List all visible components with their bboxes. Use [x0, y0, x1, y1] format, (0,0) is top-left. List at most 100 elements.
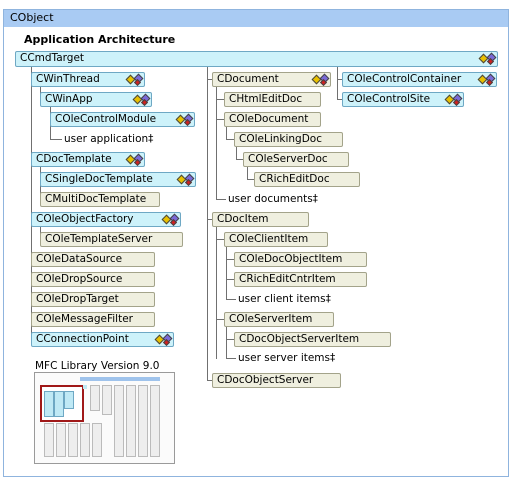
class-ccmdtarget[interactable]: CCmdTarget	[15, 51, 498, 67]
user-server-items-label: user server items‡	[238, 352, 336, 364]
class-label: CRichEditCntrItem	[239, 273, 336, 285]
class-label: COleDropSource	[36, 273, 123, 285]
library-overview-thumbnail[interactable]	[34, 372, 175, 464]
class-coleserveritem[interactable]: COleServerItem	[224, 312, 334, 327]
class-cmultidoctemplate[interactable]: CMultiDocTemplate	[40, 192, 160, 207]
user-client-items-label: user client items‡	[238, 293, 331, 305]
class-label: CDocItem	[217, 213, 269, 225]
serializable-dynamic-icon	[132, 93, 151, 107]
class-label: COleDropTarget	[36, 293, 119, 305]
class-cwinapp[interactable]: CWinApp	[40, 92, 152, 107]
class-colemessagefilter[interactable]: COleMessageFilter	[31, 312, 155, 327]
cobject-label: CObject	[10, 11, 54, 24]
connector	[216, 319, 224, 320]
class-cricheditcntritem[interactable]: CRichEditCntrItem	[234, 272, 367, 287]
class-label: COleServerItem	[229, 313, 313, 325]
serializable-dynamic-icon	[154, 333, 173, 347]
class-label: CConnectionPoint	[36, 333, 129, 345]
class-label: COleTemplateServer	[45, 233, 153, 245]
connector	[337, 65, 338, 100]
class-colecontrolcontainer[interactable]: COleControlContainer	[342, 72, 497, 87]
class-label: CDocTemplate	[36, 153, 112, 165]
connector	[216, 99, 224, 100]
class-label: CDocObjectServerItem	[239, 333, 360, 345]
class-coleserverdoc[interactable]: COleServerDoc	[243, 152, 349, 167]
class-cdocument[interactable]: CDocument	[212, 72, 331, 87]
connector	[236, 159, 243, 160]
connector	[226, 358, 236, 359]
class-label: CWinApp	[45, 93, 93, 105]
class-chtmleditdoc[interactable]: CHtmlEditDoc	[224, 92, 321, 107]
class-cwinthread[interactable]: CWinThread	[31, 72, 145, 87]
class-cconnectionpoint[interactable]: CConnectionPoint	[31, 332, 174, 347]
class-label: COleServerDoc	[248, 153, 328, 165]
class-label: COleObjectFactory	[36, 213, 134, 225]
class-label: COleControlModule	[55, 113, 157, 125]
user-application-label: user application‡	[64, 133, 154, 145]
class-label: CDocObjectServer	[217, 374, 314, 386]
connector	[50, 139, 62, 140]
class-label: COleDocument	[229, 113, 309, 125]
connector	[226, 246, 227, 300]
connector	[216, 199, 226, 200]
class-coledroptarget[interactable]: COleDropTarget	[31, 292, 155, 307]
serializable-dynamic-icon	[477, 73, 496, 87]
class-coleobjectfactory[interactable]: COleObjectFactory	[31, 212, 181, 227]
class-label: COleMessageFilter	[36, 313, 133, 325]
serializable-dynamic-icon	[125, 153, 144, 167]
class-label: CRichEditDoc	[259, 173, 330, 185]
section-title: Application Architecture	[24, 33, 176, 46]
connector	[236, 146, 237, 160]
connector	[216, 86, 217, 199]
class-coledatasource[interactable]: COleDataSource	[31, 252, 155, 267]
class-label: CWinThread	[36, 73, 100, 85]
connector	[226, 259, 234, 260]
serializable-dynamic-icon	[444, 93, 463, 107]
serializable-dynamic-icon	[125, 73, 144, 87]
serializable-dynamic-icon	[176, 173, 195, 187]
user-documents-label: user documents‡	[228, 193, 318, 205]
class-cricheditdoc[interactable]: CRichEditDoc	[254, 172, 360, 187]
class-coletemplateserver[interactable]: COleTemplateServer	[40, 232, 183, 247]
class-label: COleLinkingDoc	[239, 133, 322, 145]
connector	[216, 239, 224, 240]
serializable-dynamic-icon	[311, 73, 330, 87]
connector	[226, 126, 227, 140]
class-cdocitem[interactable]: CDocItem	[212, 212, 309, 227]
connector	[247, 179, 254, 180]
connector	[226, 339, 234, 340]
class-label: COleDataSource	[36, 253, 123, 265]
class-coledocobjectitem[interactable]: COleDocObjectItem	[234, 252, 367, 267]
class-label: CCmdTarget	[20, 52, 85, 64]
class-cdoctemplate[interactable]: CDocTemplate	[31, 152, 145, 167]
connector	[207, 65, 208, 380]
connector	[216, 119, 224, 120]
class-label: COleControlSite	[347, 93, 431, 105]
class-label: CDocument	[217, 73, 279, 85]
connector	[247, 166, 248, 180]
serializable-dynamic-icon	[175, 113, 194, 127]
class-csingledoctemplate[interactable]: CSingleDocTemplate	[40, 172, 196, 187]
class-colecontrolmodule[interactable]: COleControlModule	[50, 112, 195, 127]
class-cdocobjectserveritem[interactable]: CDocObjectServerItem	[234, 332, 391, 347]
class-coledropsource[interactable]: COleDropSource	[31, 272, 155, 287]
class-label: CMultiDocTemplate	[45, 193, 147, 205]
class-cdocobjectserver[interactable]: CDocObjectServer	[212, 373, 341, 388]
class-colecontrolsite[interactable]: COleControlSite	[342, 92, 464, 107]
class-colelinkingdoc[interactable]: COleLinkingDoc	[234, 132, 343, 147]
connector	[226, 279, 234, 280]
class-coleclientitem[interactable]: COleClientItem	[224, 232, 328, 247]
connector	[226, 139, 234, 140]
class-label: CSingleDocTemplate	[45, 173, 153, 185]
class-label: COleControlContainer	[347, 73, 462, 85]
serializable-dynamic-icon	[161, 213, 180, 227]
cobject-header[interactable]: CObject	[4, 10, 508, 27]
connector	[226, 326, 227, 358]
class-label: COleClientItem	[229, 233, 309, 245]
class-label: CHtmlEditDoc	[229, 93, 303, 105]
serializable-dynamic-icon	[478, 52, 497, 66]
class-coledocument[interactable]: COleDocument	[224, 112, 321, 127]
connector	[226, 299, 236, 300]
library-version-label: MFC Library Version 9.0	[35, 360, 160, 372]
connector	[216, 226, 217, 359]
